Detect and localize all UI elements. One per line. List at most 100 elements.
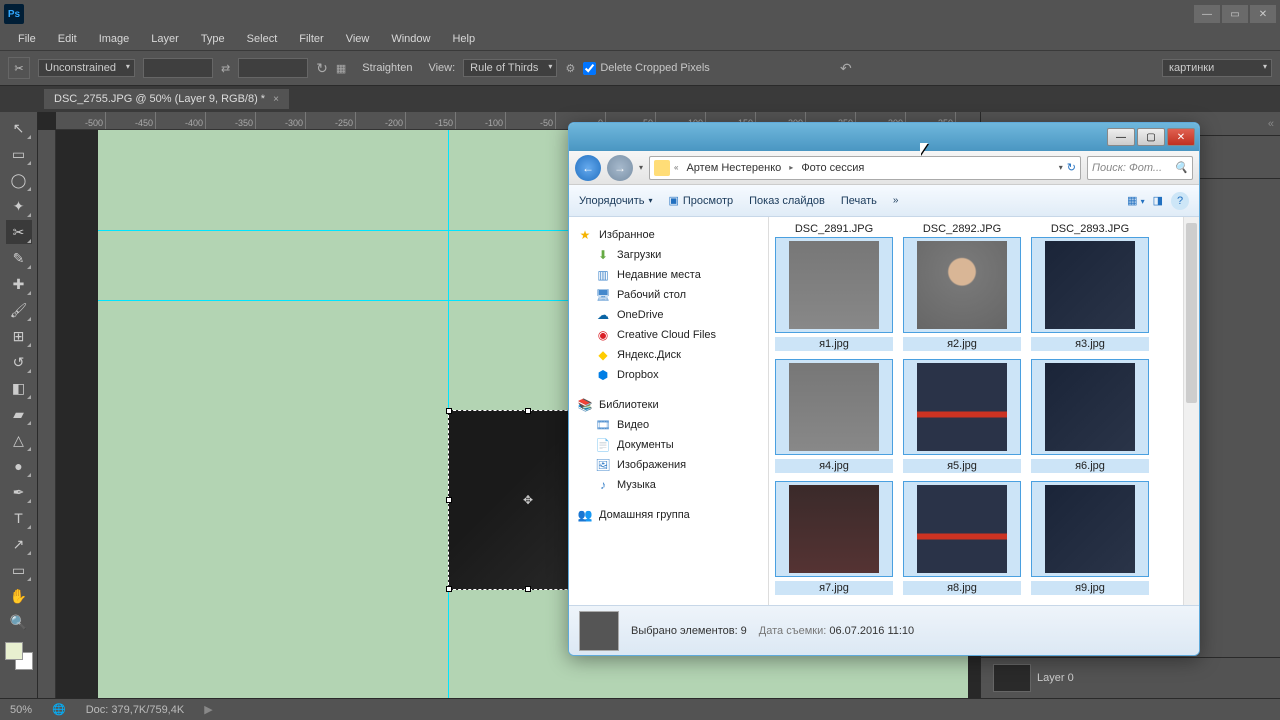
file-thumb[interactable] xyxy=(1031,359,1149,455)
marquee-tool[interactable]: ▭ xyxy=(6,142,32,166)
close-tab-icon[interactable]: × xyxy=(273,94,279,105)
ruler-vertical[interactable] xyxy=(38,130,56,698)
preview-button[interactable]: ▣Просмотр xyxy=(668,194,733,207)
straighten-icon[interactable]: ▦ xyxy=(336,62,346,75)
file-thumb[interactable] xyxy=(1031,481,1149,577)
exp-maximize-button[interactable]: ▢ xyxy=(1137,128,1165,146)
play-icon[interactable]: ▶ xyxy=(204,703,212,716)
file-thumb[interactable] xyxy=(775,237,893,333)
eraser-tool[interactable]: ◧ xyxy=(6,376,32,400)
tree-item[interactable]: ♪Музыка xyxy=(573,475,764,495)
pen-tool[interactable]: ✒ xyxy=(6,480,32,504)
address-dropdown-icon[interactable]: ▾ xyxy=(1059,163,1063,172)
menu-window[interactable]: Window xyxy=(381,31,440,47)
zoom-tool[interactable]: 🔍 xyxy=(6,610,32,634)
crop-tool-icon[interactable]: ✂ xyxy=(8,57,30,79)
file-name[interactable]: я9.jpg xyxy=(1031,581,1149,595)
crop-width-input[interactable] xyxy=(143,58,213,78)
more-icon[interactable]: » xyxy=(893,195,899,206)
tree-libraries[interactable]: 📚Библиотеки xyxy=(573,395,764,415)
minimize-button[interactable]: — xyxy=(1194,5,1220,23)
path-tool[interactable]: ↗ xyxy=(6,532,32,556)
tree-item[interactable]: 📄Документы xyxy=(573,435,764,455)
swap-icon[interactable]: ⇄ xyxy=(221,62,230,75)
straighten-button[interactable]: Straighten xyxy=(354,60,420,76)
file-name[interactable]: я7.jpg xyxy=(775,581,893,595)
file-thumb[interactable] xyxy=(903,237,1021,333)
gear-icon[interactable]: ⚙ xyxy=(565,62,575,75)
stamp-tool[interactable]: ⊞ xyxy=(6,324,32,348)
file-name[interactable]: я8.jpg xyxy=(903,581,1021,595)
tree-item[interactable]: 🖥Рабочий стол xyxy=(573,285,764,305)
overlay-select[interactable]: Rule of Thirds xyxy=(463,59,557,77)
exp-close-button[interactable]: ✕ xyxy=(1167,128,1195,146)
file-thumb[interactable] xyxy=(1031,237,1149,333)
organize-button[interactable]: Упорядочить ▾ xyxy=(579,195,652,207)
slideshow-button[interactable]: Показ слайдов xyxy=(749,195,825,207)
tree-favorites[interactable]: ★Избранное xyxy=(573,225,764,245)
tree-item[interactable]: ◉Creative Cloud Files xyxy=(573,325,764,345)
transform-handle[interactable] xyxy=(525,408,531,414)
menu-layer[interactable]: Layer xyxy=(141,31,189,47)
file-name[interactable]: я5.jpg xyxy=(903,459,1021,473)
file-name[interactable]: я6.jpg xyxy=(1031,459,1149,473)
menu-image[interactable]: Image xyxy=(89,31,140,47)
tree-item[interactable]: ☁OneDrive xyxy=(573,305,764,325)
tree-homegroup[interactable]: 👥Домашняя группа xyxy=(573,505,764,525)
type-tool[interactable]: T xyxy=(6,506,32,530)
nav-forward-button[interactable]: → xyxy=(607,155,633,181)
scrollbar-thumb[interactable] xyxy=(1186,223,1197,403)
print-button[interactable]: Печать xyxy=(841,195,877,207)
wand-tool[interactable]: ✦ xyxy=(6,194,32,218)
breadcrumb-segment[interactable]: Артем Нестеренко xyxy=(682,162,785,174)
blur-tool[interactable]: △ xyxy=(6,428,32,452)
menu-type[interactable]: Type xyxy=(191,31,235,47)
crop-tool[interactable]: ✂ xyxy=(6,220,32,244)
rotate-icon[interactable]: ↻ xyxy=(316,60,328,77)
file-list[interactable]: DSC_2891.JPG DSC_2892.JPG DSC_2893.JPG я… xyxy=(769,217,1183,605)
tree-item[interactable]: ◆Яндекс.Диск xyxy=(573,345,764,365)
nav-back-button[interactable]: ← xyxy=(575,155,601,181)
gradient-tool[interactable]: ▰ xyxy=(6,402,32,426)
transform-handle[interactable] xyxy=(525,586,531,592)
file-thumb[interactable] xyxy=(903,359,1021,455)
file-thumb[interactable] xyxy=(775,359,893,455)
view-mode-button[interactable]: ▦ ▾ xyxy=(1127,194,1144,207)
menu-help[interactable]: Help xyxy=(442,31,485,47)
refresh-icon[interactable]: ↻ xyxy=(1067,161,1076,174)
move-tool[interactable]: ↖ xyxy=(6,116,32,140)
document-tab[interactable]: DSC_2755.JPG @ 50% (Layer 9, RGB/8) *× xyxy=(44,89,289,109)
scrollbar[interactable] xyxy=(1183,217,1199,605)
transform-handle[interactable] xyxy=(446,497,452,503)
file-name[interactable]: я4.jpg xyxy=(775,459,893,473)
globe-icon[interactable]: 🌐 xyxy=(52,703,66,716)
menu-file[interactable]: File xyxy=(8,31,46,47)
menu-view[interactable]: View xyxy=(336,31,380,47)
healing-tool[interactable]: ✚ xyxy=(6,272,32,296)
tree-item[interactable]: ▥Недавние места xyxy=(573,265,764,285)
constraint-select[interactable]: Unconstrained xyxy=(38,59,135,77)
menu-select[interactable]: Select xyxy=(237,31,288,47)
tree-item[interactable]: 🎞Видео xyxy=(573,415,764,435)
crop-height-input[interactable] xyxy=(238,58,308,78)
brush-tool[interactable]: 🖌 xyxy=(6,298,32,322)
delete-cropped-check[interactable]: Delete Cropped Pixels xyxy=(583,62,709,75)
zoom-level[interactable]: 50% xyxy=(10,704,32,716)
eyedropper-tool[interactable]: ✎ xyxy=(6,246,32,270)
shape-tool[interactable]: ▭ xyxy=(6,558,32,582)
breadcrumb-segment[interactable]: Фото сессия xyxy=(797,162,868,174)
exp-minimize-button[interactable]: — xyxy=(1107,128,1135,146)
tree-item[interactable]: ⬇Загрузки xyxy=(573,245,764,265)
search-input[interactable]: Поиск: Фот... 🔍 xyxy=(1087,156,1193,180)
file-thumb[interactable] xyxy=(775,481,893,577)
menu-edit[interactable]: Edit xyxy=(48,31,87,47)
nav-history-dropdown[interactable]: ▾ xyxy=(639,163,643,172)
preview-pane-button[interactable]: ◨ xyxy=(1153,194,1163,207)
menu-filter[interactable]: Filter xyxy=(289,31,333,47)
help-button[interactable]: ? xyxy=(1171,192,1189,210)
layer-row[interactable]: Layer 0 xyxy=(985,662,1276,694)
reset-icon[interactable]: ↶ xyxy=(840,60,852,77)
hand-tool[interactable]: ✋ xyxy=(6,584,32,608)
tree-item[interactable]: ⬢Dropbox xyxy=(573,365,764,385)
close-button[interactable]: ✕ xyxy=(1250,5,1276,23)
